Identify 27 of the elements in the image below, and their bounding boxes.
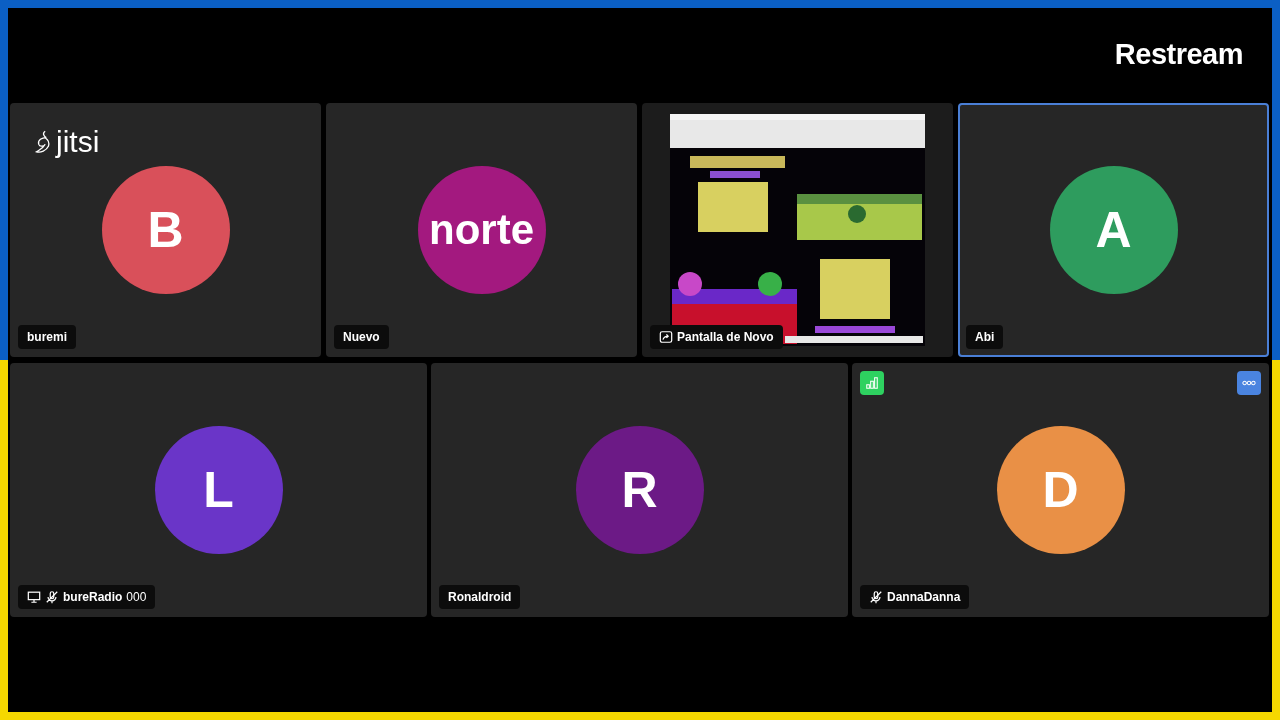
avatar: D [996, 426, 1125, 554]
avatar: A [1049, 166, 1178, 294]
participant-tile[interactable]: A Abi [958, 103, 1269, 357]
more-options-button[interactable] [1237, 371, 1261, 395]
participant-tile[interactable]: L bureRadio 000 [10, 363, 427, 617]
participant-name: buremi [27, 330, 67, 344]
participant-tile[interactable]: D DannaDanna [852, 363, 1269, 617]
avatar: B [101, 166, 230, 294]
name-suffix: 000 [126, 590, 147, 604]
participant-tile[interactable]: B jitsi buremi [10, 103, 321, 357]
avatar: L [154, 426, 283, 554]
screen-share-icon [659, 330, 673, 344]
participant-tile[interactable]: R Ronaldroid [431, 363, 848, 617]
restream-logo: Restream [1114, 38, 1243, 71]
participant-name: Abi [975, 330, 995, 344]
participant-name: bureRadio [63, 590, 123, 604]
participant-name: Ronaldroid [448, 590, 512, 604]
participant-name: Nuevo [343, 330, 380, 344]
participant-tile[interactable]: Pantalla de Novo [642, 103, 953, 357]
avatar: R [575, 426, 704, 554]
avatar: norte [417, 166, 546, 294]
signal-icon[interactable] [860, 371, 884, 395]
ellipsis-icon [1242, 380, 1256, 386]
participant-name: Pantalla de Novo [677, 330, 774, 344]
participant-name: DannaDanna [887, 590, 961, 604]
jitsi-logo: jitsi [32, 125, 100, 159]
participant-tile[interactable]: norte Nuevo [326, 103, 637, 357]
